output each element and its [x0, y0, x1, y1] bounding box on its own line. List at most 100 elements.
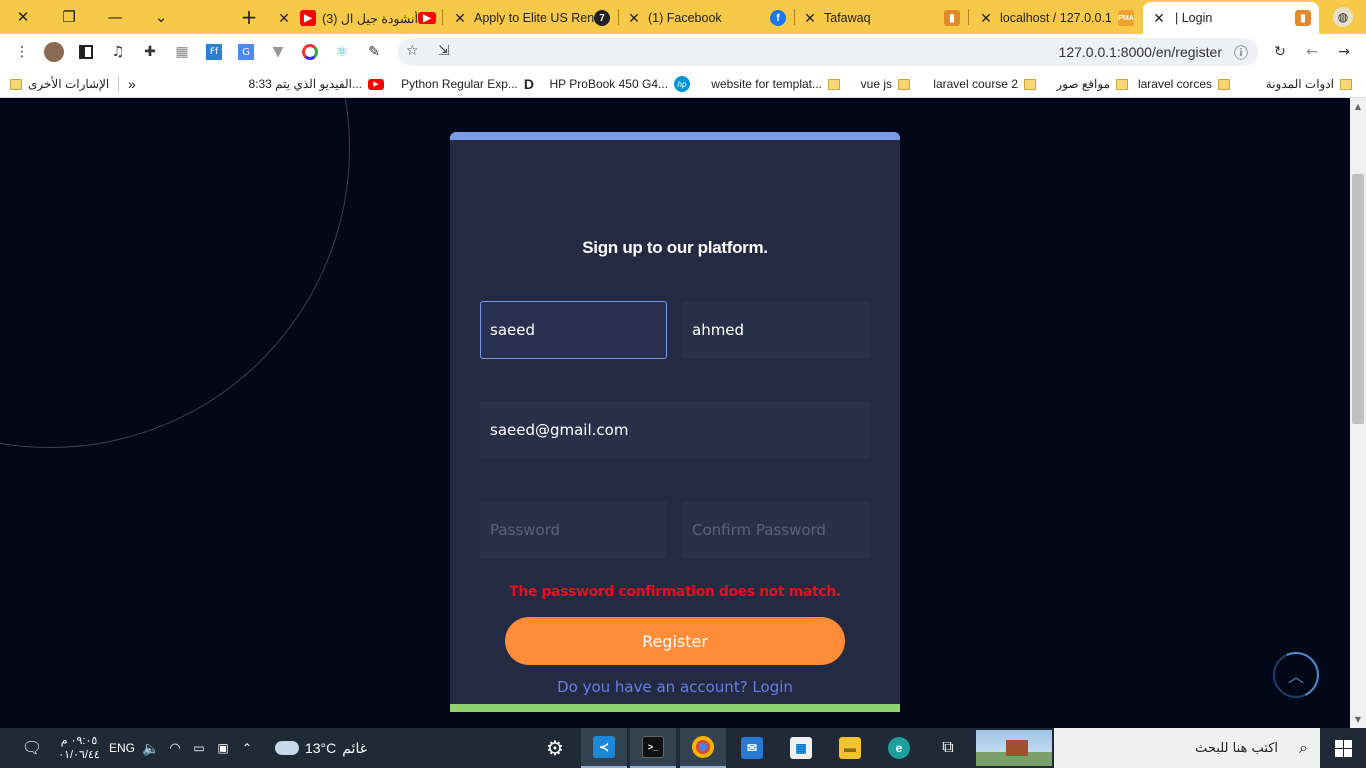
clock-time: ٠٩:٠٥ م: [60, 735, 98, 747]
eyedropper-icon[interactable]: ✎: [364, 42, 384, 62]
close-tab-icon[interactable]: ✕: [276, 10, 292, 27]
tab-search-chevron-icon[interactable]: ⌄: [138, 0, 184, 34]
bookmark-folder[interactable]: laravel corces: [1138, 76, 1230, 92]
bookmark-folder[interactable]: laravel course 2: [933, 76, 1036, 92]
last-name-input[interactable]: [682, 301, 870, 359]
folder-icon: [1218, 78, 1230, 90]
other-bookmarks[interactable]: الإشارات الأخرى: [10, 76, 109, 92]
tab-title: Tafawaq: [824, 11, 871, 25]
tab-youtube[interactable]: ✕ ▶ أنشودة جيل ال (3) ▶: [276, 4, 436, 32]
back-arrow-icon[interactable]: ←: [1302, 42, 1322, 62]
zip-extension-icon[interactable]: ▦: [172, 42, 192, 62]
weather-widget[interactable]: 13°C غائم: [266, 728, 376, 768]
close-tab-icon[interactable]: ✕: [452, 10, 468, 27]
translate-icon[interactable]: G: [236, 42, 256, 62]
new-tab-button[interactable]: +: [226, 0, 272, 34]
close-tab-icon[interactable]: ✕: [802, 10, 818, 27]
audio-playing-icon: ▶: [300, 10, 316, 26]
taskbar-search[interactable]: اكتب هنا للبحث ⌕: [1054, 728, 1320, 768]
folder-icon: [10, 78, 22, 90]
mail-icon[interactable]: ✉: [729, 728, 775, 768]
scroll-up-arrow-icon[interactable]: ▲: [1350, 102, 1366, 111]
close-window-icon[interactable]: ✕: [0, 0, 46, 34]
bookmark-label: مواقع صور: [1056, 77, 1110, 91]
book-icon: ▮: [944, 10, 960, 26]
wifi-icon[interactable]: ◠: [164, 728, 186, 768]
store-icon[interactable]: ▦: [778, 728, 824, 768]
bookmark-youtube[interactable]: 8:33 الفيديو الذي يتم... ▶: [248, 76, 384, 92]
minimize-window-icon[interactable]: —: [92, 0, 138, 34]
password-input[interactable]: [480, 501, 667, 559]
language-indicator[interactable]: ENG: [106, 728, 138, 768]
bookmark-star-icon[interactable]: ☆: [406, 43, 419, 59]
email-input[interactable]: [480, 401, 870, 459]
start-button[interactable]: [1320, 728, 1366, 768]
battery-icon[interactable]: ▭: [188, 728, 210, 768]
login-link[interactable]: Do you have an account? Login: [450, 678, 900, 696]
address-bar[interactable]: ☆ ⇲ 127.0.0.1:8000/en/register ⓘ: [398, 38, 1258, 66]
scrollbar-thumb[interactable]: [1352, 174, 1364, 424]
tab-phpmyadmin[interactable]: ✕ localhost / 127.0.0.1 PMA: [978, 4, 1134, 32]
chevron-up-icon[interactable]: ⌃: [236, 728, 258, 768]
bookmark-folder[interactable]: ادوات المدونة: [1266, 76, 1352, 92]
bookmark-folder[interactable]: website for templat...: [711, 76, 840, 92]
bookmark-folder[interactable]: مواقع صور: [1056, 76, 1128, 92]
task-view-icon[interactable]: ⧉: [925, 728, 971, 768]
news-widget-image[interactable]: [976, 730, 1052, 766]
profile-globe-icon[interactable]: ◍: [1320, 0, 1366, 34]
bookmark-label: Python Regular Exp...: [401, 77, 518, 91]
confirm-password-input[interactable]: [682, 501, 870, 559]
forward-arrow-icon[interactable]: →: [1334, 42, 1354, 62]
media-controls-icon[interactable]: ♫: [108, 42, 128, 62]
hp-icon: hp: [674, 76, 690, 92]
react-devtools-icon[interactable]: ⚛: [332, 42, 352, 62]
reload-icon[interactable]: ↻: [1270, 42, 1290, 62]
speaker-icon[interactable]: 🔈: [140, 728, 162, 768]
notifications-icon[interactable]: 🗨: [14, 728, 50, 768]
tab-title: localhost / 127.0.0.1: [1000, 11, 1112, 25]
bookmark-folder[interactable]: vue js: [861, 76, 910, 92]
tab-tafawaq[interactable]: ✕ Tafawaq ▮: [802, 4, 960, 32]
tab-title: Apply to Elite US Ren: [474, 11, 594, 25]
youtube-icon: ▶: [368, 78, 384, 90]
extensions-puzzle-icon[interactable]: ✚: [140, 42, 160, 62]
bookmarks-bar: ادوات المدونة laravel corces مواقع صور l…: [0, 70, 1366, 98]
restore-window-icon[interactable]: ❐: [46, 0, 92, 34]
settings-gear-icon[interactable]: ⚙: [532, 728, 578, 768]
file-explorer-icon[interactable]: ▬: [827, 728, 873, 768]
vscode-icon[interactable]: ≺: [581, 728, 627, 768]
close-tab-icon[interactable]: ✕: [1151, 10, 1167, 27]
vue-devtools-icon[interactable]: ▼: [268, 42, 288, 62]
clock[interactable]: ٠٩:٠٥ م ٠١/٠٦/٤٤: [54, 728, 104, 768]
color-picker-icon[interactable]: [300, 42, 320, 62]
bookmarks-more-chevron-icon[interactable]: »: [128, 76, 136, 92]
bookmark-hp[interactable]: HP ProBook 450 G4... hp: [549, 76, 690, 92]
fonts-extension-icon[interactable]: Ff: [204, 42, 224, 62]
scroll-to-top-button[interactable]: ︿: [1266, 645, 1326, 705]
tab-elite[interactable]: ✕ Apply to Elite US Ren 7: [452, 4, 610, 32]
close-tab-icon[interactable]: ✕: [626, 10, 642, 27]
register-card: Sign up to our platform. The password co…: [450, 132, 900, 712]
share-icon[interactable]: ⇲: [438, 43, 450, 59]
scroll-down-arrow-icon[interactable]: ▼: [1350, 715, 1366, 724]
register-button[interactable]: Register: [505, 617, 845, 665]
bookmark-label: 8:33 الفيديو الذي يتم...: [248, 77, 362, 91]
url-text[interactable]: 127.0.0.1:8000/en/register: [1059, 44, 1222, 60]
close-tab-icon[interactable]: ✕: [978, 10, 994, 27]
windows-logo-icon: [1334, 739, 1352, 757]
chrome-icon[interactable]: [680, 728, 726, 768]
page-scrollbar[interactable]: ▲ ▼: [1350, 98, 1366, 728]
site-info-icon[interactable]: ⓘ: [1234, 43, 1248, 63]
avatar[interactable]: [44, 42, 64, 62]
card-top-accent: [450, 132, 900, 140]
tab-facebook[interactable]: ✕ (1) Facebook f: [626, 4, 786, 32]
side-panel-icon[interactable]: [76, 42, 96, 62]
edge-icon[interactable]: e: [876, 728, 922, 768]
terminal-icon[interactable]: >_: [630, 728, 676, 768]
first-name-input[interactable]: [480, 301, 667, 359]
bookmark-python[interactable]: Python Regular Exp... D: [401, 76, 534, 92]
d-logo-icon: D: [523, 76, 534, 92]
menu-dots-icon[interactable]: ⋮: [12, 42, 32, 62]
tab-login-active[interactable]: ✕ | Login ▮: [1143, 2, 1319, 34]
device-icon[interactable]: ▣: [212, 728, 234, 768]
